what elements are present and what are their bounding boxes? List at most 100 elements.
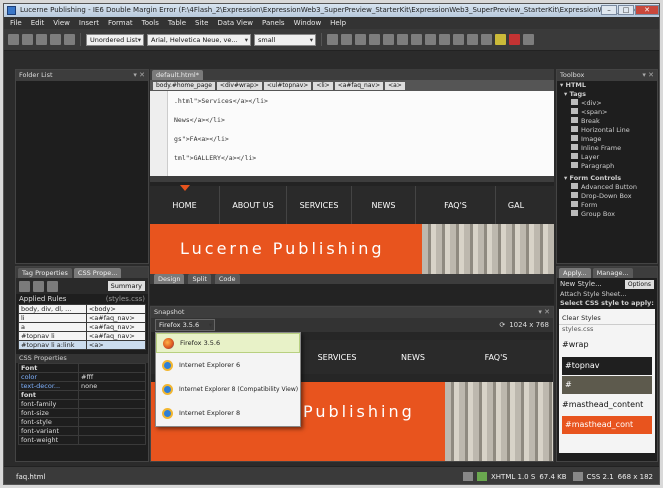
- snapshot-nav-services[interactable]: SERVICES: [299, 340, 375, 374]
- browser-option[interactable]: Internet Explorer 8: [156, 401, 300, 425]
- toolbox-section-tags[interactable]: ▾ Tags: [557, 90, 657, 99]
- alphabetical-icon[interactable]: [33, 280, 44, 292]
- table-row[interactable]: font-weight: [18, 435, 146, 445]
- preview-icon[interactable]: [50, 34, 61, 45]
- style-item[interactable]: #masthead_cont: [562, 416, 652, 434]
- snapshot-nav-news[interactable]: NEWS: [375, 340, 451, 374]
- stylesheet-group[interactable]: styles.css: [559, 325, 655, 334]
- toolbox-item[interactable]: Layer: [557, 153, 657, 162]
- toolbox-item[interactable]: Paragraph: [557, 162, 657, 171]
- menu-window[interactable]: Window: [294, 19, 322, 27]
- font-color-icon[interactable]: [509, 34, 520, 45]
- menu-file[interactable]: File: [10, 19, 22, 27]
- code-view[interactable]: .html">Services</a></li> News</a></li> g…: [150, 91, 554, 176]
- show-set-props-icon[interactable]: [47, 280, 58, 292]
- underline-icon[interactable]: [355, 34, 366, 45]
- menu-view[interactable]: View: [53, 19, 70, 27]
- table-row[interactable]: li <a#faq_nav>: [18, 313, 147, 323]
- highlight-icon[interactable]: [495, 34, 506, 45]
- browser-option[interactable]: Internet Explorer 8 (Compatibility View): [156, 377, 300, 401]
- style-item[interactable]: #topnav: [562, 357, 652, 375]
- pin-icon[interactable]: ▾ ✕: [538, 307, 550, 318]
- breadcrumb-item[interactable]: body.#home_page: [153, 81, 215, 90]
- toolbox-item[interactable]: Horizontal Line: [557, 126, 657, 135]
- table-row[interactable]: Font: [18, 363, 146, 373]
- menu-insert[interactable]: Insert: [79, 19, 99, 27]
- options-button[interactable]: Options: [624, 279, 654, 289]
- clear-styles-item[interactable]: Clear Styles: [559, 311, 655, 325]
- pin-icon[interactable]: ▾ ✕: [642, 70, 654, 81]
- breadcrumb-item[interactable]: <li>: [313, 81, 333, 90]
- save-icon[interactable]: [36, 34, 47, 45]
- attach-style-sheet-link[interactable]: Attach Style Sheet...: [557, 290, 657, 299]
- toolbox-item[interactable]: Image: [557, 135, 657, 144]
- breadcrumb-item[interactable]: <ul#topnav>: [263, 81, 312, 90]
- toolbox-item[interactable]: Advanced Button: [557, 183, 657, 192]
- style-item[interactable]: #masthead_content: [559, 395, 655, 415]
- toolbox-item[interactable]: Drop-Down Box: [557, 192, 657, 201]
- font-family-select[interactable]: Arial, Helvetica Neue, ve...: [147, 33, 251, 46]
- toolbox-section-form-controls[interactable]: ▾ Form Controls: [557, 174, 657, 183]
- table-row[interactable]: color #fff: [18, 372, 146, 382]
- table-row[interactable]: #topnav li <a#faq_nav>: [18, 331, 147, 341]
- nav-gallery[interactable]: GAL: [496, 186, 536, 224]
- menu-table[interactable]: Table: [168, 19, 186, 27]
- toolbox-item[interactable]: <span>: [557, 108, 657, 117]
- minimize-button[interactable]: –: [601, 5, 617, 15]
- new-page-icon[interactable]: [8, 34, 19, 45]
- tab-design[interactable]: Design: [154, 274, 185, 284]
- indent-icon[interactable]: [467, 34, 478, 45]
- new-style-link[interactable]: New Style...: [560, 280, 602, 288]
- bullet-list-icon[interactable]: [439, 34, 450, 45]
- toolbar-options-icon[interactable]: [523, 34, 534, 45]
- table-row[interactable]: font-style: [18, 417, 146, 427]
- snapshot-nav-faqs[interactable]: FAQ'S: [451, 340, 541, 374]
- align-center-icon[interactable]: [383, 34, 394, 45]
- tab-split[interactable]: Split: [188, 274, 211, 284]
- nav-about-us[interactable]: ABOUT US: [220, 186, 287, 224]
- close-button[interactable]: ✕: [635, 5, 659, 15]
- italic-icon[interactable]: [341, 34, 352, 45]
- undo-icon[interactable]: [64, 34, 75, 45]
- pin-icon[interactable]: ▾ ✕: [133, 70, 145, 81]
- menu-data-view[interactable]: Data View: [217, 19, 253, 27]
- menu-edit[interactable]: Edit: [31, 19, 45, 27]
- align-right-icon[interactable]: [397, 34, 408, 45]
- browser-option[interactable]: Internet Explorer 6: [156, 353, 300, 377]
- table-row[interactable]: text-decor... none: [18, 381, 146, 391]
- status-dimensions[interactable]: 668 x 182: [618, 473, 653, 481]
- menu-help[interactable]: Help: [330, 19, 346, 27]
- summary-button[interactable]: Summary: [107, 281, 145, 291]
- toolbox-section-html[interactable]: ▾ HTML: [557, 81, 657, 90]
- border-icon[interactable]: [481, 34, 492, 45]
- toolbox-item[interactable]: Break: [557, 117, 657, 126]
- refresh-icon[interactable]: ⟳: [499, 321, 505, 329]
- tab-css-properties[interactable]: CSS Prope...: [73, 267, 122, 278]
- tab-default-html[interactable]: default.html*: [152, 69, 203, 80]
- browser-option[interactable]: Firefox 3.5.6: [156, 333, 300, 353]
- table-row[interactable]: font-size: [18, 408, 146, 418]
- open-icon[interactable]: [22, 34, 33, 45]
- style-app-icon[interactable]: [572, 472, 583, 481]
- maximize-button[interactable]: □: [618, 5, 634, 15]
- table-row[interactable]: font-family: [18, 399, 146, 409]
- toolbox-item[interactable]: Form: [557, 201, 657, 210]
- tab-apply-styles[interactable]: Apply...: [559, 267, 591, 278]
- table-row[interactable]: font-variant: [18, 426, 146, 436]
- toolbox-item[interactable]: Inline Frame: [557, 144, 657, 153]
- outdent-icon[interactable]: [453, 34, 464, 45]
- nav-faqs[interactable]: FAQ'S: [416, 186, 496, 224]
- categorized-icon[interactable]: [19, 280, 30, 292]
- style-select[interactable]: Unordered List: [86, 33, 144, 46]
- table-row[interactable]: #topnav li a:link <a>: [18, 340, 147, 350]
- status-css-level[interactable]: CSS 2.1: [587, 473, 614, 481]
- nav-services[interactable]: SERVICES: [287, 186, 352, 224]
- menu-panels[interactable]: Panels: [262, 19, 285, 27]
- tab-manage-styles[interactable]: Manage...: [592, 267, 633, 278]
- numbered-list-icon[interactable]: [425, 34, 436, 45]
- tab-tag-properties[interactable]: Tag Properties: [18, 267, 72, 278]
- tab-code[interactable]: Code: [214, 274, 240, 284]
- status-doctype[interactable]: XHTML 1.0 S: [491, 473, 535, 481]
- table-row[interactable]: body, div, dl, ... <body>: [18, 304, 147, 314]
- menu-format[interactable]: Format: [108, 19, 133, 27]
